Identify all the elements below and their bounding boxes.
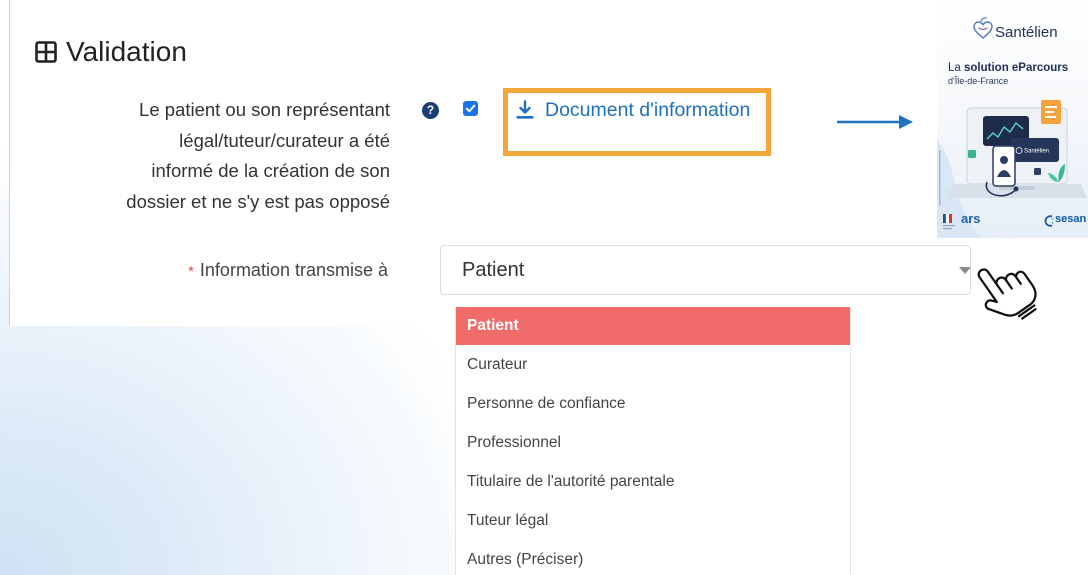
brochure-thumbnail: Santélien Santélien La solution eParcour…: [937, 0, 1088, 238]
dropdown-option[interactable]: Professionnel: [456, 423, 850, 462]
brochure-brand: Santélien: [995, 24, 1058, 41]
transmitted-to-dropdown: Patient Curateur Personne de confiance P…: [455, 307, 851, 575]
brochure-tagline-prefix: La: [948, 62, 961, 74]
consent-label-line: informé de la création de son: [151, 160, 390, 181]
dropdown-option[interactable]: Personne de confiance: [456, 384, 850, 423]
document-information-link[interactable]: Document d'information: [514, 96, 750, 124]
required-asterisk: *: [188, 263, 194, 280]
dropdown-option[interactable]: Tuteur légal: [456, 501, 850, 540]
checkmark-icon: [465, 104, 476, 113]
dropdown-option[interactable]: Titulaire de l'autorité parentale: [456, 462, 850, 501]
transmitted-to-label-text: Information transmise à: [199, 260, 388, 280]
document-link-label: Document d'information: [545, 99, 751, 121]
dropdown-option[interactable]: Autres (Préciser): [456, 540, 850, 575]
ars-logo: ars: [961, 211, 981, 226]
arrow-right-icon: [837, 115, 913, 129]
dropdown-option[interactable]: Curateur: [456, 345, 850, 384]
consent-label-line: dossier et ne s'y est pas opposé: [126, 190, 390, 212]
consent-checkbox[interactable]: [463, 101, 478, 116]
screen-logo-text: Santélien: [1024, 149, 1049, 155]
transmitted-to-select[interactable]: Patient: [440, 245, 971, 295]
question-circle-icon[interactable]: [422, 102, 439, 119]
brochure-tagline: La solution eParcours: [948, 61, 1068, 75]
consent-label-line: Le patient ou son représentant: [139, 99, 390, 120]
table-icon: [35, 41, 57, 63]
select-value: Patient: [462, 259, 525, 281]
hand-pointer-icon: [977, 268, 1037, 320]
dropdown-option[interactable]: Patient: [456, 307, 850, 345]
sesan-logo: sesan: [1055, 213, 1087, 225]
consent-label: Le patient ou son représentant légal/tut…: [60, 95, 390, 217]
download-icon: [516, 100, 534, 119]
page-title: Validation: [66, 36, 187, 67]
santelien-logo-icon: [973, 17, 993, 39]
brochure-tagline-bold: solution eParcours: [964, 62, 1069, 74]
transmitted-to-label: * Information transmise à: [70, 259, 388, 283]
brochure-region: d'Île-de-France: [948, 76, 1009, 86]
consent-label-line: légal/tuteur/curateur a été: [179, 129, 390, 151]
caret-down-icon[interactable]: [959, 267, 971, 274]
